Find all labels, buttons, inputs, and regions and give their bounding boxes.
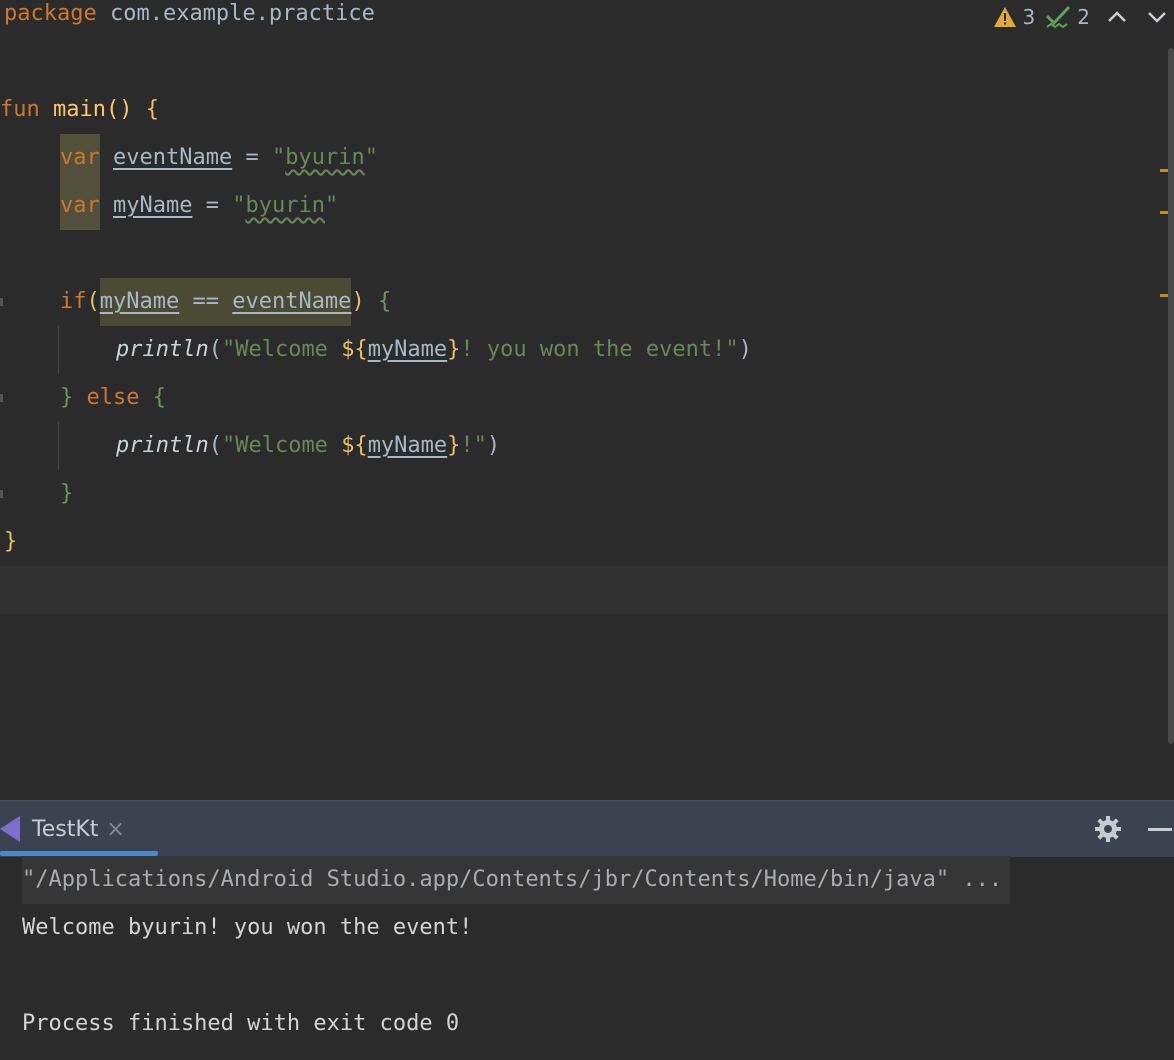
println-call: println: [116, 433, 209, 458]
main-close-brace: }: [4, 529, 18, 554]
if-close-paren: ): [351, 289, 365, 314]
console-output-line: Welcome byurin! you won the event!: [22, 915, 473, 940]
main-parens: (): [105, 97, 133, 122]
code-editor[interactable]: 3 2 package com.example.practice fun mai…: [0, 0, 1174, 800]
kotlin-icon: [0, 816, 20, 842]
run-panel-header: TestKt ×: [0, 800, 1174, 857]
cond-right: eventName: [232, 289, 352, 314]
console-exit-line: Process finished with exit code 0: [22, 1011, 460, 1036]
if-open-brace: {: [377, 289, 392, 314]
warning-icon: [993, 7, 1016, 27]
package-keyword: package: [4, 1, 97, 26]
template-open: ${: [341, 337, 368, 362]
indent-guide: [58, 422, 59, 470]
code-line-println-1[interactable]: println("Welcome ${myName}! you won the …: [116, 326, 752, 374]
var-myname: myName: [113, 193, 193, 218]
package-name: com.example.practice: [109, 1, 375, 26]
assign-operator: =: [192, 193, 233, 218]
chevron-down-icon[interactable]: [1144, 4, 1170, 30]
chevron-up-icon[interactable]: [1104, 4, 1130, 30]
template-close: }: [447, 433, 461, 458]
typo-check-icon: [1046, 5, 1071, 29]
cond-operator: ==: [179, 289, 233, 314]
typos-indicator[interactable]: 2: [1045, 4, 1090, 30]
myname-value-text: byurin: [245, 193, 325, 218]
template-var: myName: [367, 337, 448, 362]
if-condition: myName == eventName: [99, 278, 352, 326]
if-close-brace: }: [60, 385, 74, 410]
var-keyword: var: [60, 134, 100, 182]
typos-count: 2: [1077, 5, 1090, 29]
code-line-main-close[interactable]: }: [4, 518, 17, 566]
fun-keyword: fun: [0, 97, 40, 122]
template-var: myName: [367, 433, 448, 458]
code-line-println-2[interactable]: println("Welcome ${myName}!"): [116, 422, 500, 470]
fold-marker[interactable]: [0, 394, 3, 402]
str2-prefix: "Welcome: [221, 433, 342, 458]
code-line-else[interactable]: } else {: [60, 374, 166, 422]
run-panel: TestKt × "/Applications/Android Studio.a…: [0, 800, 1174, 1060]
var-eventname: eventName: [113, 145, 233, 170]
fold-marker[interactable]: [0, 490, 3, 498]
eventname-value-text: byurin: [285, 145, 365, 170]
console-command-line[interactable]: "/Applications/Android Studio.app/Conten…: [22, 856, 1011, 904]
template-close: }: [447, 337, 461, 362]
code-line-if[interactable]: if(myName == eventName) {: [60, 278, 391, 326]
inspection-widget[interactable]: 3 2: [993, 2, 1090, 32]
main-function-name: main: [53, 97, 106, 122]
println-call: println: [116, 337, 209, 362]
cond-left: myName: [99, 289, 180, 314]
fold-marker[interactable]: [0, 298, 3, 306]
str2-suffix: !": [460, 433, 487, 458]
minimize-icon[interactable]: [1148, 828, 1172, 831]
myname-value: "byurin": [232, 193, 339, 218]
paren-close: ): [738, 337, 752, 362]
code-line-var-eventname[interactable]: var eventName = "byurin": [60, 134, 378, 182]
warnings-indicator[interactable]: 3: [993, 5, 1036, 29]
assign-operator: =: [232, 145, 272, 170]
editor-scrollbar[interactable]: [1168, 48, 1174, 744]
code-line-package[interactable]: package com.example.practice: [4, 0, 375, 38]
template-open: ${: [341, 433, 368, 458]
code-line-else-close[interactable]: }: [60, 470, 73, 518]
paren-close: ): [486, 433, 501, 458]
main-open-brace: {: [145, 97, 159, 122]
var-keyword: var: [60, 182, 100, 230]
if-keyword: if: [60, 289, 87, 314]
else-open-brace: {: [152, 385, 166, 410]
paren-open: (: [208, 433, 222, 458]
run-tab-testkt[interactable]: TestKt ×: [0, 801, 160, 857]
code-line-fun-main[interactable]: fun main() {: [0, 86, 159, 134]
str1-suffix: ! you won the event!": [460, 337, 739, 362]
else-close-brace: }: [60, 481, 74, 506]
else-keyword: else: [86, 385, 140, 410]
run-tab-label: TestKt: [32, 816, 99, 842]
warnings-count: 3: [1022, 5, 1036, 29]
code-line-var-myname[interactable]: var myName = "byurin": [60, 182, 338, 230]
gear-icon[interactable]: [1094, 815, 1122, 843]
paren-open: (: [208, 337, 222, 362]
indent-guide: [58, 326, 59, 374]
current-line-highlight: [0, 566, 1174, 614]
str1-prefix: "Welcome: [221, 337, 342, 362]
close-icon[interactable]: ×: [106, 817, 124, 842]
if-open-paren: (: [86, 289, 100, 314]
eventname-value: "byurin": [271, 145, 378, 170]
